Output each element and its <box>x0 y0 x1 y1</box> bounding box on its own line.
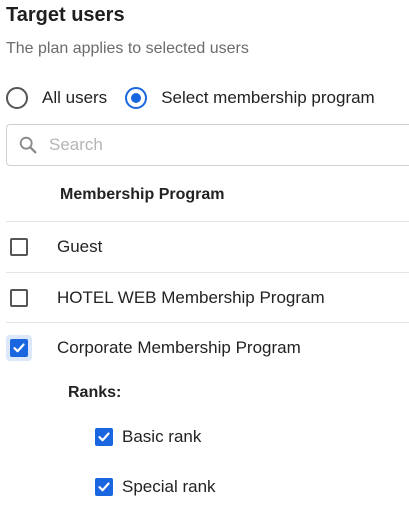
table-row[interactable]: HOTEL WEB Membership Program <box>6 273 409 323</box>
radio-all-users[interactable]: All users <box>6 87 107 109</box>
section-title: Target users <box>6 4 125 26</box>
radio-select-membership-program-label: Select membership program <box>161 88 375 107</box>
row-label: HOTEL WEB Membership Program <box>57 288 325 307</box>
ranks-label: Ranks: <box>68 384 122 401</box>
row-checkbox[interactable] <box>10 339 28 357</box>
table-row[interactable]: Corporate Membership Program <box>6 323 409 373</box>
row-checkbox-wrap[interactable] <box>6 335 32 361</box>
row-label: Corporate Membership Program <box>57 338 301 357</box>
radio-select-membership-program[interactable]: Select membership program <box>125 87 375 109</box>
rank-item[interactable]: Basic rank <box>95 424 201 450</box>
rank-item[interactable]: Special rank <box>95 474 216 500</box>
search-icon <box>19 136 37 154</box>
rank-label: Special rank <box>122 477 216 496</box>
radio-all-users-circle[interactable] <box>6 87 28 109</box>
rank-checkbox[interactable] <box>95 478 113 496</box>
membership-program-column-header: Membership Program <box>60 186 225 203</box>
radio-all-users-label: All users <box>42 88 108 107</box>
radio-select-membership-program-circle[interactable] <box>125 87 148 109</box>
rank-label: Basic rank <box>122 427 202 446</box>
row-checkbox[interactable] <box>10 289 28 307</box>
checkmark-icon <box>13 343 25 353</box>
rank-checkbox[interactable] <box>95 428 113 446</box>
row-checkbox[interactable] <box>10 238 28 256</box>
search-box[interactable] <box>6 124 409 166</box>
row-checkbox-wrap[interactable] <box>6 234 32 260</box>
checkmark-icon <box>98 432 110 442</box>
row-checkbox-wrap[interactable] <box>6 285 32 311</box>
section-subtitle: The plan applies to selected users <box>6 40 249 57</box>
row-label: Guest <box>57 237 103 256</box>
target-mode-radio-group: All users Select membership program <box>6 84 375 112</box>
table-row[interactable]: Guest <box>6 222 409 272</box>
checkmark-icon <box>98 482 110 492</box>
search-input[interactable] <box>47 134 351 156</box>
